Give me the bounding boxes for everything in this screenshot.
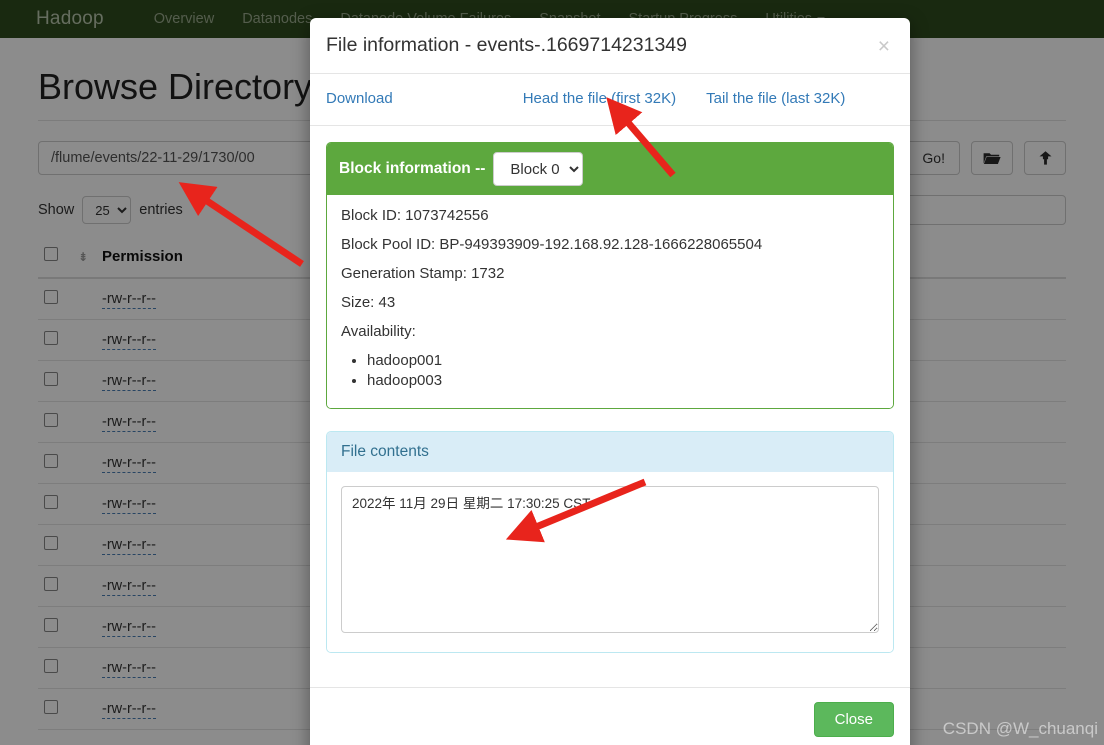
list-item: hadoop003: [367, 372, 879, 389]
head-file-link[interactable]: Head the file (first 32K): [523, 90, 676, 107]
availability-list: hadoop001 hadoop003: [341, 352, 879, 389]
tail-file-link[interactable]: Tail the file (last 32K): [706, 90, 845, 107]
file-contents-body: 2022年 11月 29日 星期二 17:30:25 CST: [327, 472, 893, 652]
availability-label: Availability:: [341, 323, 416, 340]
watermark: CSDN @W_chuanqi: [942, 719, 1098, 738]
generation-stamp: Generation Stamp: 1732: [341, 265, 505, 282]
file-contents-textarea[interactable]: 2022年 11月 29日 星期二 17:30:25 CST: [341, 486, 879, 633]
block-select[interactable]: Block 0: [493, 152, 584, 186]
block-id: Block ID: 1073742556: [341, 207, 489, 224]
modal-body: Block information -- Block 0 Block ID: 1…: [310, 126, 910, 669]
modal-footer: Close: [310, 687, 910, 745]
modal-title: File information - events-.1669714231349: [326, 34, 687, 56]
block-pool-id: Block Pool ID: BP-949393909-192.168.92.1…: [341, 236, 763, 253]
modal-header: File information - events-.1669714231349…: [310, 18, 910, 74]
download-link[interactable]: Download: [326, 90, 393, 107]
screenshot-root: Hadoop Overview Datanodes Datanode Volum…: [0, 0, 1104, 745]
file-contents-panel: File contents 2022年 11月 29日 星期二 17:30:25…: [326, 431, 894, 653]
block-size: Size: 43: [341, 294, 396, 311]
block-information-body: Block ID: 1073742556 Block Pool ID: BP-9…: [327, 195, 893, 408]
close-button[interactable]: Close: [813, 702, 894, 737]
block-information-label: Block information --: [339, 160, 486, 177]
block-information-panel: Block information -- Block 0 Block ID: 1…: [326, 142, 894, 409]
close-icon[interactable]: ×: [874, 34, 894, 59]
block-information-header: Block information -- Block 0: [327, 143, 893, 195]
modal-action-links: Download Head the file (first 32K) Tail …: [310, 74, 910, 126]
list-item: hadoop001: [367, 352, 879, 369]
file-information-modal: File information - events-.1669714231349…: [310, 18, 910, 745]
file-contents-header: File contents: [327, 432, 893, 472]
